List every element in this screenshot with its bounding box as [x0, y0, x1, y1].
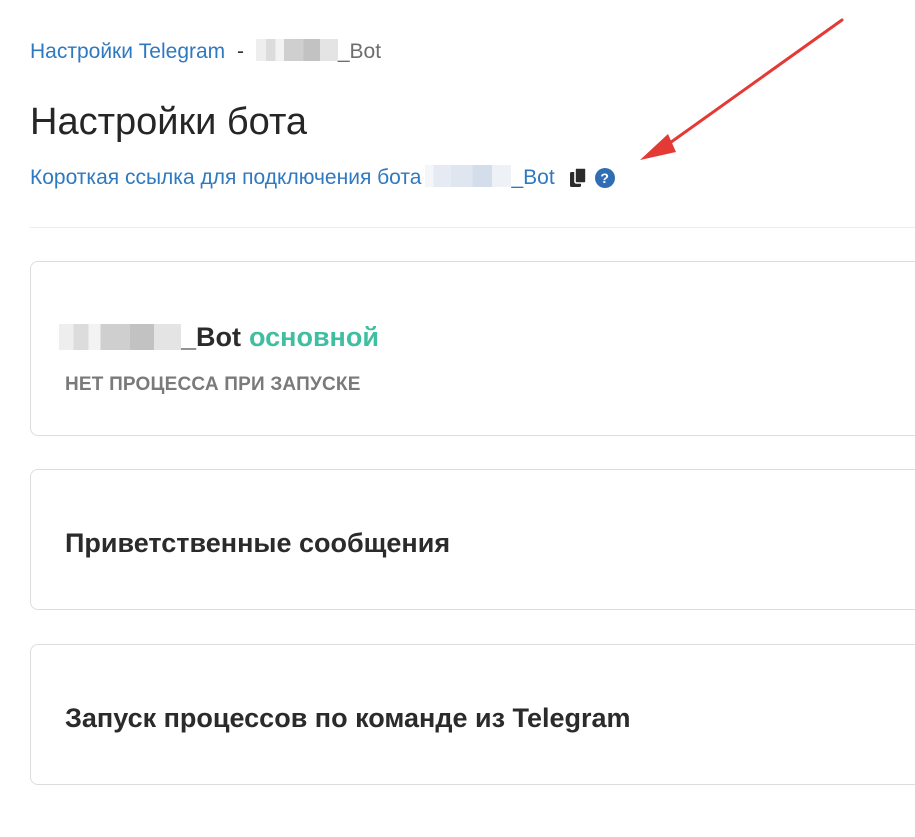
welcome-messages-card[interactable]: Приветственные сообщения	[30, 469, 915, 610]
page-title: Настройки бота	[30, 101, 308, 143]
short-link-label[interactable]: Короткая ссылка для подключения бота	[30, 164, 421, 192]
breadcrumb-telegram-settings-link[interactable]: Настройки Telegram	[30, 40, 225, 63]
launch-processes-card[interactable]: Запуск процессов по команде из Telegram	[30, 644, 915, 785]
breadcrumb-separator: -	[237, 40, 245, 63]
welcome-messages-title: Приветственные сообщения	[65, 528, 451, 558]
redacted-bot-name	[255, 39, 338, 62]
breadcrumb: Настройки Telegram - _Bot	[30, 38, 381, 66]
bot-card[interactable]: _Bot основной НЕТ ПРОЦЕССА ПРИ ЗАПУСКЕ	[30, 261, 915, 436]
short-link-bot-name[interactable]: _Bot	[511, 164, 554, 192]
bot-card-bot-name: _Bot	[181, 322, 241, 352]
section-divider	[30, 227, 915, 228]
redacted-bot-name	[425, 165, 512, 187]
page: Настройки Telegram - _Bot Настройки бота…	[0, 0, 915, 837]
copy-icon[interactable]	[569, 167, 589, 189]
bot-status-label: НЕТ ПРОЦЕССА ПРИ ЗАПУСКЕ	[65, 374, 361, 395]
help-icon[interactable]: ?	[594, 168, 615, 188]
redacted-bot-name	[59, 324, 181, 350]
main-bot-badge: основной	[249, 322, 379, 352]
launch-processes-title: Запуск процессов по команде из Telegram	[65, 703, 631, 733]
bot-card-title: _Bot основной	[59, 320, 379, 354]
breadcrumb-bot-name: _Bot	[337, 40, 382, 63]
short-link-row: Короткая ссылка для подключения бота _Bo…	[30, 164, 615, 192]
